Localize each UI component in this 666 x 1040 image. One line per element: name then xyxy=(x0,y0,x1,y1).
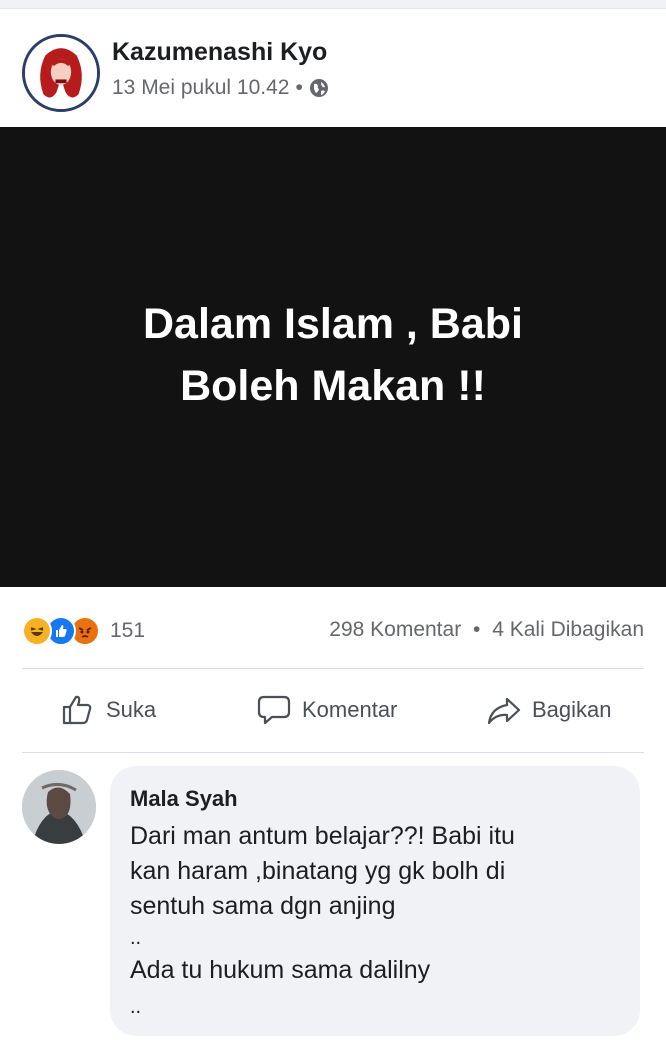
share-count[interactable]: 4 Kali Dibagikan xyxy=(492,618,644,641)
comment-line: .. xyxy=(130,996,142,1018)
comment-line: Ada tu hukum sama dalilny xyxy=(130,956,431,984)
thumbs-up-icon xyxy=(62,695,92,725)
comment-label: Komentar xyxy=(302,697,398,722)
post-header: Kazumenashi Kyo 13 Mei pukul 10.42 • xyxy=(0,10,666,126)
comment-line: .. xyxy=(130,927,142,949)
post-timestamp[interactable]: 13 Mei pukul 10.42 xyxy=(112,76,289,100)
post-stats: 151 298 Komentar • 4 Kali Dibagikan xyxy=(0,606,666,652)
post-image[interactable]: Dalam Islam , Babi Boleh Makan !! xyxy=(0,127,666,587)
share-button[interactable]: Bagikan xyxy=(486,690,612,730)
meta-separator: • xyxy=(295,76,303,99)
post-meta: 13 Mei pukul 10.42 • xyxy=(112,76,329,100)
commenter-avatar-image xyxy=(22,770,96,844)
like-button[interactable]: Suka xyxy=(60,690,156,730)
comment-bubble[interactable]: Mala Syah Dari man antum belajar??! Babi… xyxy=(110,766,640,1036)
image-text: Dalam Islam , Babi Boleh Makan !! xyxy=(73,293,593,417)
comment-line: sentuh sama dgn anjing xyxy=(130,892,396,920)
globe-icon xyxy=(309,79,328,97)
comment-line: kan haram ,binatang yg gk bolh di xyxy=(130,857,506,885)
comment-count[interactable]: 298 Komentar xyxy=(329,618,461,641)
author-name[interactable]: Kazumenashi Kyo xyxy=(112,38,327,67)
avatar-image xyxy=(25,37,97,109)
image-text-line-1: Dalam Islam , Babi xyxy=(143,300,523,348)
like-label: Suka xyxy=(106,697,157,722)
stats-separator: • xyxy=(473,618,481,641)
haha-icon xyxy=(22,616,52,646)
commenter-avatar[interactable] xyxy=(22,770,96,844)
comment-icon xyxy=(257,695,291,725)
reaction-count: 151 xyxy=(110,619,146,642)
post-actions: Suka Komentar Bagikan xyxy=(0,670,666,752)
divider-bottom xyxy=(22,752,644,753)
image-text-line-2: Boleh Makan !! xyxy=(180,362,486,410)
comment-item: Mala Syah Dari man antum belajar??! Babi… xyxy=(0,760,666,1040)
divider-top xyxy=(22,668,644,669)
author-avatar[interactable] xyxy=(22,34,100,112)
reactions-summary[interactable]: 151 xyxy=(22,616,145,646)
comment-button[interactable]: Komentar xyxy=(256,690,397,730)
share-label: Bagikan xyxy=(532,697,612,722)
share-icon xyxy=(487,697,521,725)
engagement-counts: 298 Komentar • 4 Kali Dibagikan xyxy=(329,618,644,642)
comment-line: Dari man antum belajar??! Babi itu xyxy=(130,822,515,850)
commenter-name[interactable]: Mala Syah xyxy=(130,786,238,812)
top-separator xyxy=(0,0,666,9)
